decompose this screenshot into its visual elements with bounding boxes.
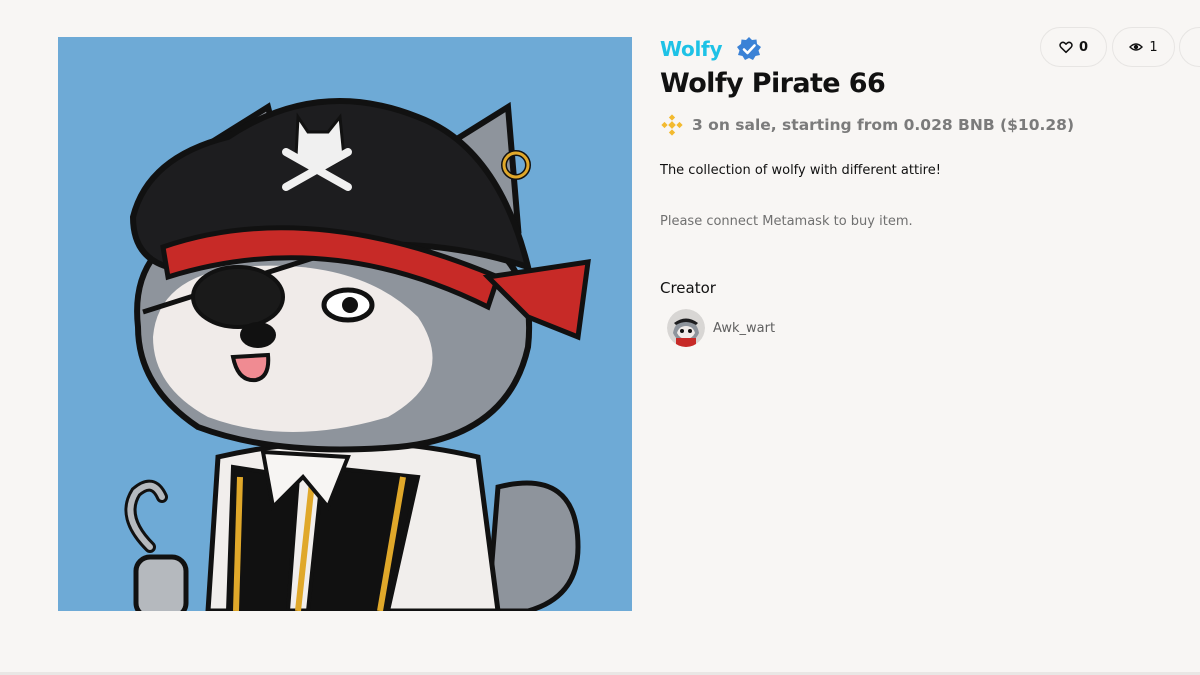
views-count: 1 (1149, 39, 1158, 55)
sale-text: 3 on sale, starting from 0.028 BNB ($10.… (692, 116, 1075, 134)
views-counter[interactable]: 1 (1112, 27, 1175, 67)
bnb-icon (661, 114, 683, 136)
creator-name: Awk_wart (713, 320, 776, 336)
nft-item-page: Wolfy Wolfy Pirate 66 3 on sale, startin… (0, 0, 1200, 675)
creator-avatar (667, 309, 705, 347)
sale-info: 3 on sale, starting from 0.028 BNB ($10.… (660, 113, 1074, 137)
collection-row: Wolfy (660, 34, 762, 64)
verified-badge-icon (737, 37, 762, 60)
likes-count: 0 (1078, 39, 1089, 55)
nft-artwork-image[interactable] (58, 37, 632, 611)
creator-heading: Creator (660, 279, 716, 297)
like-button[interactable]: 0 (1040, 27, 1107, 67)
connect-metamask-note: Please connect Metamask to buy item. (660, 214, 913, 229)
collection-link[interactable]: Wolfy (660, 37, 722, 61)
creator-profile-link[interactable]: Awk_wart (667, 309, 775, 347)
item-title: Wolfy Pirate 66 (660, 68, 886, 99)
wolf-pirate-illustration (58, 37, 632, 611)
more-options-button[interactable] (1179, 27, 1200, 67)
eye-icon (1129, 43, 1144, 51)
item-description: The collection of wolfy with different a… (660, 163, 941, 178)
heart-icon (1059, 41, 1073, 54)
